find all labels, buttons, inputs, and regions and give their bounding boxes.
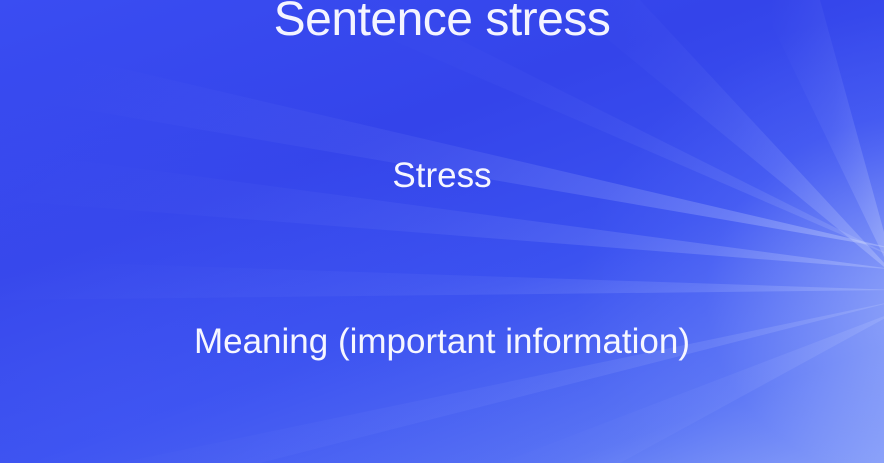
presentation-slide: Sentence stress Stress Meaning (importan… <box>0 0 884 463</box>
slide-line-stress: Stress <box>392 156 492 195</box>
slide-title: Sentence stress <box>273 0 611 46</box>
slide-line-meaning: Meaning (important information) <box>193 322 691 361</box>
background-light-rays <box>0 0 884 463</box>
